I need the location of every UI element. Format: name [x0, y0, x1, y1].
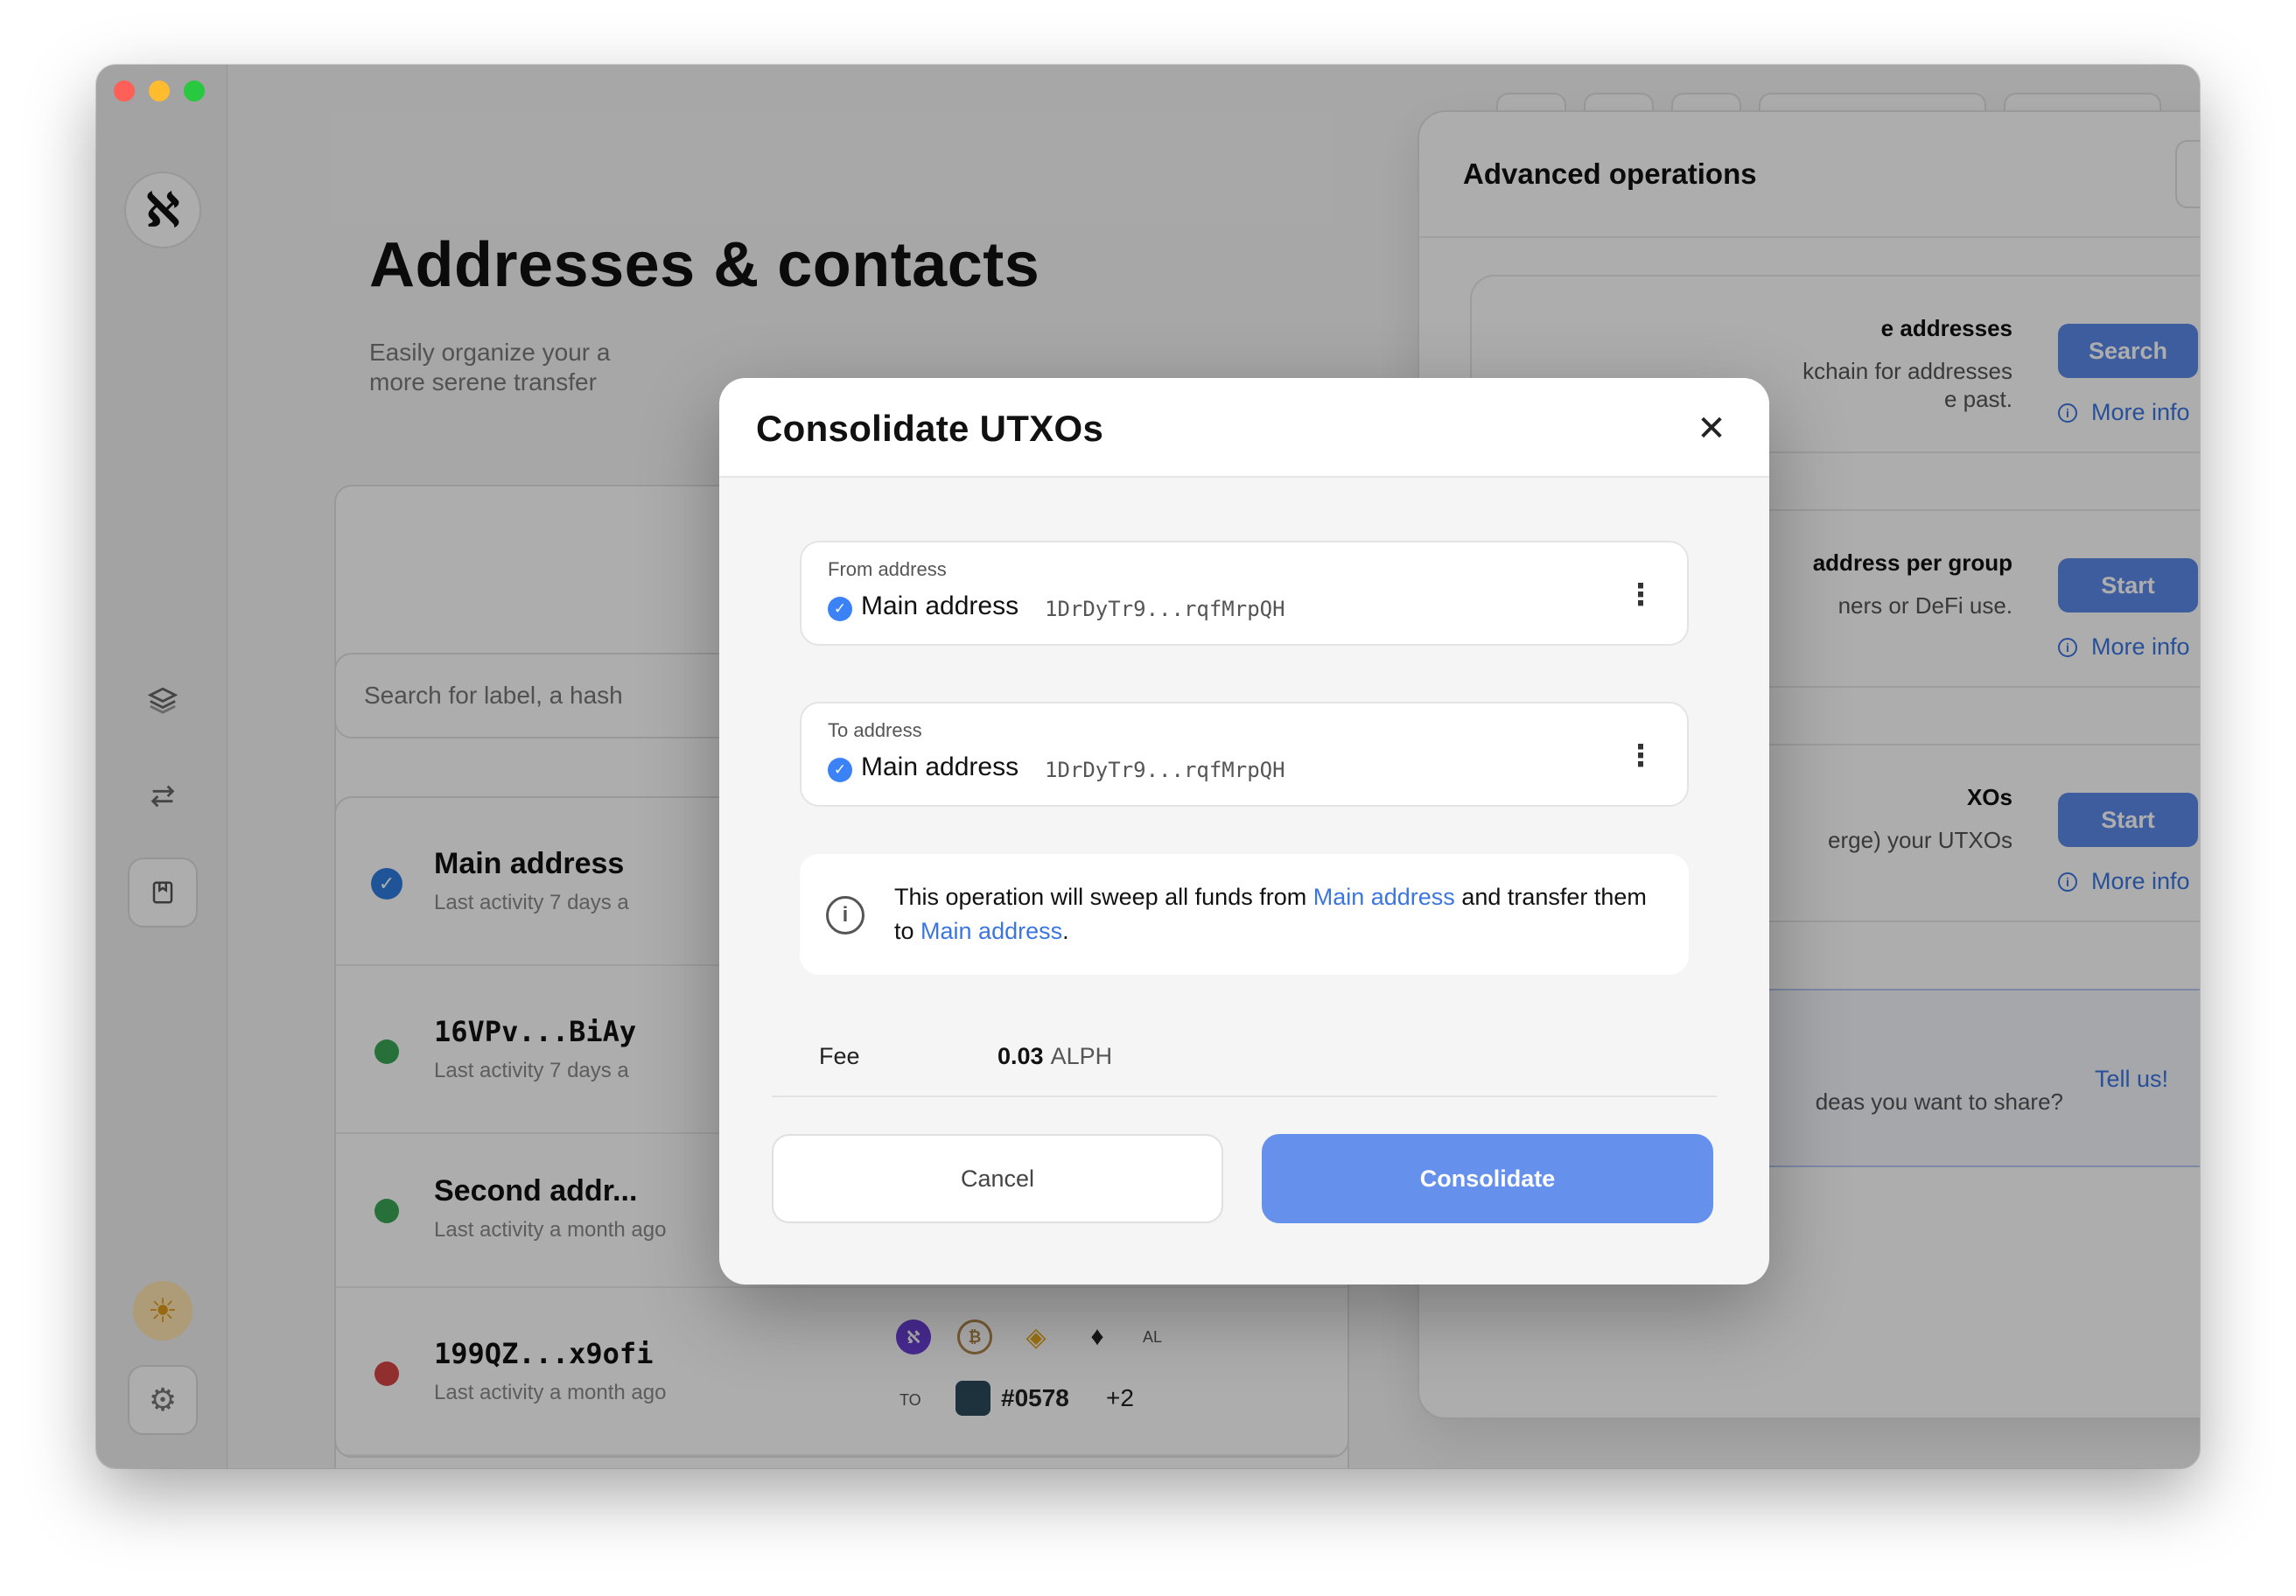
- fee-value: 0.03 ALPH: [998, 1043, 1112, 1070]
- info-icon: i: [826, 896, 864, 934]
- zoom-window-button[interactable]: [184, 80, 205, 102]
- info-note: i This operation will sweep all funds fr…: [800, 854, 1689, 975]
- close-window-button[interactable]: [114, 80, 135, 102]
- to-address-link[interactable]: Main address: [920, 918, 1062, 944]
- to-address-label: To address: [828, 719, 922, 741]
- to-address-select[interactable]: To address ✓ Main address 1DrDyTr9...rqf…: [800, 702, 1689, 807]
- modal-title: Consolidate UTXOs: [756, 408, 1104, 449]
- fee-row: Fee 0.03 ALPH: [772, 1027, 1717, 1097]
- note-text: This operation will sweep all funds from: [894, 884, 1313, 910]
- to-address-name: Main address: [861, 752, 1019, 781]
- consolidate-utxos-modal: Consolidate UTXOs ✕ From address ✓ Main …: [719, 378, 1769, 1284]
- app-window: ℵ ☀ ⚙ Addresses & contacts Easily organi…: [96, 65, 2200, 1468]
- verified-check-icon: ✓: [828, 597, 852, 621]
- from-address-select[interactable]: From address ✓ Main address 1DrDyTr9...r…: [800, 541, 1689, 646]
- more-options-icon[interactable]: ⋮: [1626, 738, 1656, 774]
- fee-label: Fee: [819, 1043, 860, 1069]
- info-note-text: This operation will sweep all funds from…: [894, 880, 1664, 948]
- cancel-button[interactable]: Cancel: [772, 1134, 1223, 1223]
- window-controls: [114, 80, 205, 102]
- verified-check-icon: ✓: [828, 758, 852, 782]
- from-address-name: Main address: [861, 592, 1019, 620]
- minimize-window-button[interactable]: [149, 80, 170, 102]
- from-address-label: From address: [828, 558, 947, 580]
- modal-close-icon[interactable]: ✕: [1690, 408, 1732, 450]
- modal-header: Consolidate UTXOs ✕: [719, 378, 1769, 478]
- more-options-icon[interactable]: ⋮: [1626, 578, 1656, 612]
- from-address-hash: 1DrDyTr9...rqfMrpQH: [1045, 597, 1285, 621]
- fee-amount: 0.03: [998, 1043, 1044, 1069]
- consolidate-button[interactable]: Consolidate: [1262, 1134, 1713, 1223]
- to-address-hash: 1DrDyTr9...rqfMrpQH: [1045, 758, 1285, 782]
- from-address-link[interactable]: Main address: [1313, 884, 1455, 910]
- note-text: .: [1062, 918, 1069, 944]
- fee-unit: ALPH: [1050, 1043, 1113, 1069]
